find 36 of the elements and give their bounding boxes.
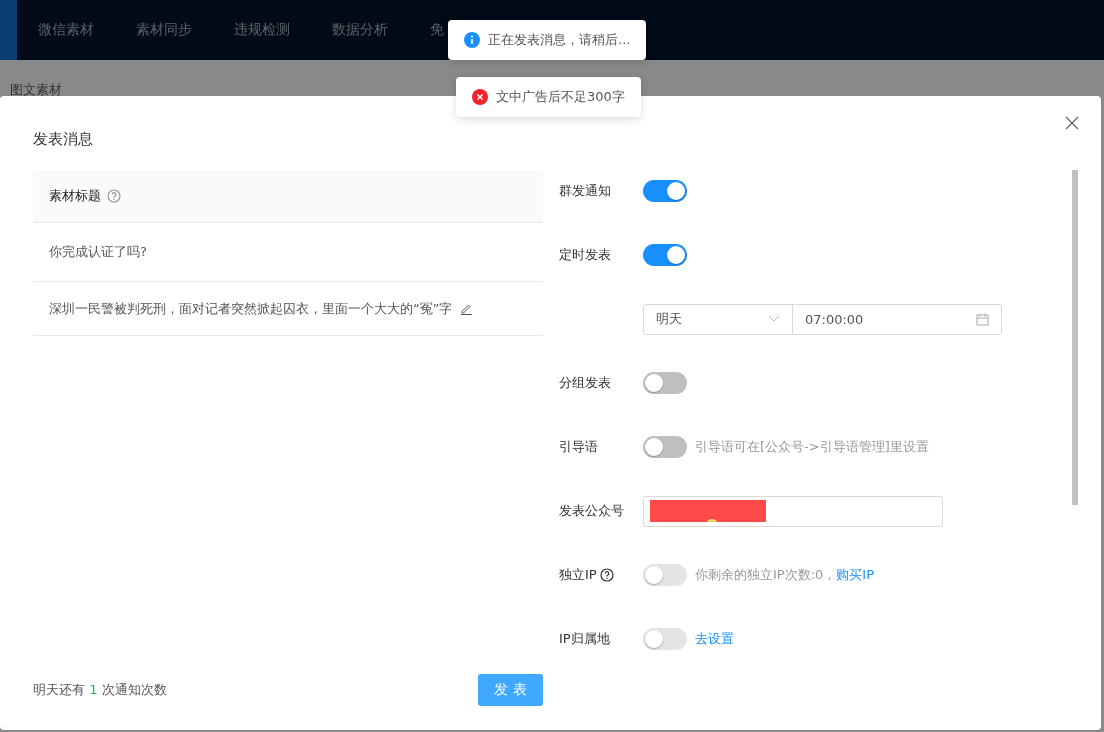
hint-text: 引导语可在[公众号->引导语管理]里设置 — [695, 438, 929, 456]
column-header: 素材标题 — [49, 187, 101, 205]
setting-label: 发表公众号 — [559, 502, 625, 520]
error-icon — [472, 89, 488, 105]
setting-label: 引导语 — [559, 438, 599, 456]
edit-icon[interactable] — [460, 302, 474, 315]
toggle-switch[interactable] — [643, 436, 687, 458]
toast-text: 正在发表消息，请稍后... — [488, 31, 631, 49]
close-icon[interactable] — [1065, 116, 1079, 130]
toggle-switch[interactable] — [643, 372, 687, 394]
setting-label: IP归属地 — [559, 630, 611, 648]
brand-strip — [0, 0, 17, 60]
nav-item[interactable]: 素材同步 — [136, 21, 192, 39]
account-field[interactable] — [643, 495, 943, 527]
notice-count-text: 明天还有 1 次通知次数 — [33, 681, 167, 699]
info-icon — [464, 32, 480, 48]
hint-text: 你剩余的独立IP次数:0， — [695, 566, 837, 584]
dialog-title: 发表消息 — [33, 130, 94, 150]
setting-label: 分组发表 — [559, 374, 612, 392]
nav-item[interactable]: 数据分析 — [332, 21, 388, 39]
nav-item[interactable]: 免 — [430, 21, 444, 39]
toggle-switch[interactable] — [643, 244, 687, 266]
scrollbar[interactable] — [1072, 170, 1078, 505]
table-cell: 你完成认证了吗? — [49, 243, 147, 261]
toast-text: 文中广告后不足300字 — [496, 88, 625, 106]
publish-button[interactable]: 发 表 — [478, 674, 543, 706]
breadcrumb[interactable]: 图文素材 — [10, 84, 62, 96]
toggle-switch[interactable] — [643, 180, 687, 202]
setting-label: 定时发表 — [559, 246, 612, 264]
setting-label: 群发通知 — [559, 182, 612, 200]
nav-item[interactable]: 违规检测 — [234, 21, 290, 39]
help-icon — [107, 189, 121, 203]
table-cell: 深圳一民警被判死刑，面对记者突然掀起囚衣，里面一个大大的“冤”字 — [49, 299, 453, 318]
setting-label: 独立IP — [559, 566, 643, 584]
nav-item[interactable]: 微信素材 — [38, 21, 94, 39]
help-icon — [599, 568, 614, 582]
